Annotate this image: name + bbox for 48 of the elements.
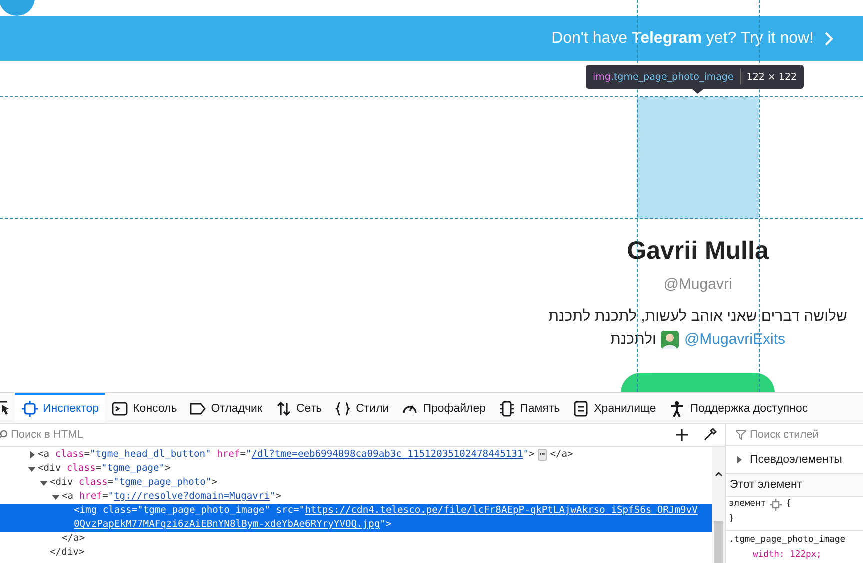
profile-bio: ולתכנת xyxy=(610,330,656,350)
storage-icon xyxy=(573,401,590,417)
scroll-up-icon xyxy=(714,471,722,477)
markup-row[interactable]: <img class="tgme_page_photo_image" src="https://cdn4.telesco.pe/file/lcFr8AEpP-qkPtLAjwAkrso_iSpfS6s_ORJm9vV0QvzPapEkM77MAFqzi6zAiEBnYN8lBym-xdeYbAe6RYryYVOQ.jpg"> xyxy=(0,504,712,532)
network-arrows-icon xyxy=(276,401,292,417)
devtools-tab[interactable]: Память xyxy=(492,393,566,423)
braces-icon xyxy=(335,401,352,417)
avatar-emoji-icon xyxy=(661,331,680,349)
console-icon xyxy=(112,401,128,417)
devtools-tab[interactable]: Отладчик xyxy=(183,393,268,423)
css-declaration: width: 122px; xyxy=(752,549,822,562)
scrollbar[interactable] xyxy=(712,447,725,563)
devtools-tab[interactable]: Инспектор xyxy=(15,393,106,423)
debugger-icon xyxy=(190,401,206,417)
rule-brace: { xyxy=(786,498,792,511)
plus-icon xyxy=(675,428,689,442)
styles-search-field[interactable]: Поиск стилей xyxy=(750,428,850,441)
rule-brace: } xyxy=(729,513,734,526)
devtools-tab[interactable]: Стили xyxy=(328,393,396,423)
twisty-icon xyxy=(735,456,743,464)
devtools-tab[interactable]: Профайлер xyxy=(395,393,492,423)
node-target-icon xyxy=(770,498,782,510)
rule-selector: .tgme_page_photo_image xyxy=(729,534,846,547)
html-search-field[interactable]: Поиск в HTML xyxy=(11,429,111,441)
inspector-icon xyxy=(22,401,38,417)
section-heading: Этот элемент xyxy=(726,474,863,497)
tooltip-pointer-icon xyxy=(692,89,704,94)
profile-handle: @Mugavri xyxy=(664,275,732,295)
profile-bio: שלושה דברים שאני אוהב לעשות, לתכנת לתכנת xyxy=(548,307,848,327)
markup-row[interactable]: <a href="tg://resolve?domain=Mugavri"> xyxy=(0,490,712,504)
filter-icon xyxy=(736,430,746,440)
devtools-tab[interactable]: Консоль xyxy=(105,393,184,423)
profile-name: Gavrii Mulla xyxy=(627,236,769,266)
devtools-tab[interactable]: Хранилище xyxy=(566,393,662,423)
chip-icon xyxy=(499,401,516,417)
search-icon xyxy=(0,430,8,440)
eyedropper-icon xyxy=(703,428,717,442)
markup-row[interactable]: <a class="tgme_head_dl_button" href="/dl?tme=eeb6994098ca09ab3c_11512035102478445131"> ⋯ </a> xyxy=(0,448,712,462)
chevron-icon xyxy=(824,32,834,46)
markup-row[interactable]: </a> xyxy=(0,532,712,546)
devtools-tab[interactable]: Сеть xyxy=(268,393,328,423)
markup-row[interactable]: <div class="tgme_page"> xyxy=(0,462,712,476)
markup-row[interactable]: </div> xyxy=(0,546,712,560)
person-icon xyxy=(669,401,686,417)
devtools-tab[interactable]: Поддержка доступнос xyxy=(662,393,814,423)
markup-row[interactable]: <div class="tgme_page_photo"> xyxy=(0,476,712,490)
rule-selector: элемент xyxy=(729,498,766,511)
element-picker-icon xyxy=(0,400,9,416)
